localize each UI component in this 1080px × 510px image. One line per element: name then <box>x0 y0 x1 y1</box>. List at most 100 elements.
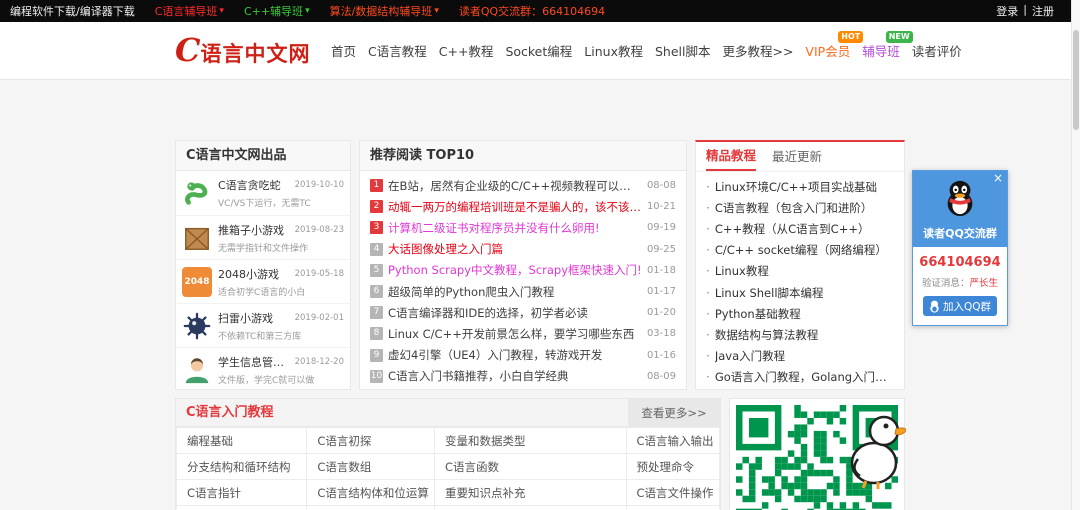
table-row: C语言调试（Debug） C语言内存精讲 C语言多文件编程（头文件的使用） <box>177 506 720 510</box>
tutorial-link[interactable]: · Go语言入门教程，Golang入门教程 <box>706 367 894 388</box>
top10-article[interactable]: 1 在B站，居然有企业级的C/C++视频教程可以白嫖。 08-08 <box>370 175 676 196</box>
product-date: 2019-08-23 <box>295 225 344 235</box>
qq-penguin-icon <box>943 179 977 217</box>
top10-panel: 推荐阅读 TOP10 1 在B站，居然有企业级的C/C++视频教程可以白嫖。 0… <box>359 140 687 390</box>
tutorial-link[interactable]: · C/C++ socket编程（网络编程） <box>706 240 894 261</box>
top10-article[interactable]: 10 C语言入门书籍推荐，小白自学经典 08-09 <box>370 366 676 387</box>
topbar-link-algo-class[interactable]: 算法/数据结构辅导班 ▾ <box>330 3 439 19</box>
nav-fudaoban[interactable]: 辅导班 NEW <box>862 41 900 60</box>
product-minesweeper-game[interactable]: 扫雷小游戏 2019-02-01 不依赖TC和第三方库 <box>176 303 350 347</box>
course-link[interactable]: C语言输入输出 <box>626 428 719 454</box>
course-link[interactable]: C语言多文件编程（头文件的使用） <box>435 506 627 510</box>
tutorial-link[interactable]: · Linux环境C/C++项目实战基础 <box>706 176 894 197</box>
tutorial-label: 数据结构与算法教程 <box>715 327 819 343</box>
top10-article[interactable]: 6 超级简单的Python爬虫入门教程 01-17 <box>370 281 676 302</box>
main-nav: 首页 C语言教程 C++教程 Socket编程 Linux教程 Shell脚本 … <box>331 41 962 60</box>
course-link[interactable]: 变量和数据类型 <box>435 428 627 454</box>
nav-shell[interactable]: Shell脚本 <box>655 41 711 60</box>
course-link[interactable]: 重要知识点补充 <box>435 480 627 506</box>
product-snake-game[interactable]: C语言贪吃蛇 2019-10-10 VC/VS下运行，无需TC <box>176 171 350 215</box>
login-link[interactable]: 登录 <box>996 3 1018 19</box>
view-more-button[interactable]: 查看更多>> <box>628 399 720 426</box>
topbar-link-c-class[interactable]: C语言辅导班 ▾ <box>155 3 224 19</box>
course-link[interactable]: 分支结构和循环结构 <box>177 454 307 480</box>
tutorial-link[interactable]: · Linux教程 <box>706 261 894 282</box>
product-subtitle: 适合初学C语言的小白 <box>218 285 344 298</box>
nav-vip[interactable]: VIP会员 HOT <box>805 41 850 60</box>
nav-linux[interactable]: Linux教程 <box>584 41 643 60</box>
product-date: 2019-02-01 <box>295 313 344 323</box>
top10-article[interactable]: 4 大话图像处理之入门篇 09-25 <box>370 239 676 260</box>
close-icon[interactable]: × <box>993 171 1003 185</box>
article-title: 计算机二级证书对程序员并没有什么卵用! <box>388 220 642 236</box>
table-row: 编程基础 C语言初探 变量和数据类型 C语言输入输出 <box>177 428 720 454</box>
tutorial-label: Python基础教程 <box>715 306 801 322</box>
tab-featured-tutorials[interactable]: 精品教程 <box>706 142 756 171</box>
course-link[interactable] <box>626 506 719 510</box>
top10-article[interactable]: 8 Linux C/C++开发前景怎么样，要学习哪些东西 03-18 <box>370 323 676 344</box>
tutorial-label: Linux教程 <box>715 263 769 279</box>
tutorial-label: Go语言入门教程，Golang入门教程 <box>715 369 894 385</box>
tutorial-label: C/C++ socket编程（网络编程） <box>715 242 887 258</box>
top10-article[interactable]: 7 C语言编译器和IDE的选择，初学者必读 01-20 <box>370 302 676 323</box>
topbar-link-qq-group[interactable]: 读者QQ交流群：664104694 <box>459 3 605 19</box>
tutorial-link[interactable]: · 数据结构与算法教程 <box>706 324 894 345</box>
nav-c-tutorial[interactable]: C语言教程 <box>368 41 427 60</box>
course-link[interactable]: C语言指针 <box>177 480 307 506</box>
topbar-link-label: C语言辅导班 <box>155 3 218 19</box>
topbar: 编程软件下载/编译器下载 C语言辅导班 ▾ C++辅导班 ▾ 算法/数据结构辅导… <box>0 0 1080 22</box>
scrollbar-track[interactable] <box>1071 0 1080 510</box>
top10-article[interactable]: 9 虚幻4引擎（UE4）入门教程，转游戏开发 01-16 <box>370 345 676 366</box>
topbar-link-downloads[interactable]: 编程软件下载/编译器下载 <box>10 3 135 19</box>
article-title: 在B站，居然有企业级的C/C++视频教程可以白嫖。 <box>388 178 642 194</box>
nav-fudaoban-label: 辅导班 <box>862 44 900 59</box>
course-link[interactable]: C语言调试（Debug） <box>177 506 307 510</box>
article-date: 09-19 <box>647 222 676 233</box>
scrollbar-thumb[interactable] <box>1073 30 1079 130</box>
nav-socket[interactable]: Socket编程 <box>505 41 572 60</box>
tutorial-link[interactable]: · C++教程（从C语言到C++） <box>706 218 894 239</box>
dropdown-arrow-icon: ▾ <box>219 6 224 16</box>
course-link[interactable]: C语言函数 <box>435 454 627 480</box>
nav-home[interactable]: 首页 <box>331 41 356 60</box>
article-title: 虚幻4引擎（UE4）入门教程，转游戏开发 <box>388 347 642 363</box>
register-link[interactable]: 注册 <box>1032 3 1054 19</box>
nav-reviews[interactable]: 读者评价 <box>912 41 962 60</box>
crate-icon <box>182 223 212 253</box>
qq-widget-title: 读者QQ交流群 <box>913 225 1007 241</box>
course-link[interactable]: C语言结构体和位运算 <box>307 480 435 506</box>
product-2048-game[interactable]: 2048 2048小游戏 2019-05-18 适合初学C语言的小白 <box>176 259 350 303</box>
course-link[interactable]: 编程基础 <box>177 428 307 454</box>
product-sokoban-game[interactable]: 推箱子小游戏 2019-08-23 无需学指针和文件操作 <box>176 215 350 259</box>
product-student-system[interactable]: 学生信息管理系统 2018-12-20 文件版，学完C就可以做 <box>176 347 350 390</box>
nav-more[interactable]: 更多教程>> <box>722 41 793 60</box>
course-link[interactable]: C语言文件操作 <box>626 480 719 506</box>
tutorial-link[interactable]: · Java入门教程 <box>706 346 894 367</box>
course-link[interactable]: C语言数组 <box>307 454 435 480</box>
tab-recent-updates[interactable]: 最近更新 <box>772 142 822 171</box>
nav-cpp-tutorial[interactable]: C++教程 <box>439 41 494 60</box>
tutorial-link[interactable]: · Python基础教程 <box>706 303 894 324</box>
topbar-link-cpp-class[interactable]: C++辅导班 ▾ <box>244 3 310 19</box>
course-link[interactable]: C语言初探 <box>307 428 435 454</box>
topbar-link-label: 算法/数据结构辅导班 <box>330 3 433 19</box>
course-link[interactable]: 预处理命令 <box>626 454 719 480</box>
site-header: C 语言中文网 首页 C语言教程 C++教程 Socket编程 Linux教程 … <box>0 22 1080 80</box>
top10-article[interactable]: 5 Python Scrapy中文教程，Scrapy框架快速入门! 01-18 <box>370 260 676 281</box>
dropdown-arrow-icon: ▾ <box>305 6 310 16</box>
rank-badge: 3 <box>370 221 383 234</box>
tutorial-link[interactable]: · C语言教程（包含入门和进阶） <box>706 197 894 218</box>
tutorials-panel: 精品教程 最近更新 · Linux环境C/C++项目实战基础 · C语言教程（包… <box>695 140 905 390</box>
tutorial-link[interactable]: · Linux Shell脚本编程 <box>706 282 894 303</box>
article-date: 01-20 <box>647 307 676 318</box>
join-qq-group-button[interactable]: 加入QQ群 <box>923 296 997 316</box>
logo-c-glyph: C <box>175 34 200 66</box>
course-link[interactable]: C语言内存精讲 <box>307 506 435 510</box>
top10-article[interactable]: 3 计算机二级证书对程序员并没有什么卵用! 09-19 <box>370 217 676 238</box>
rank-badge: 2 <box>370 200 383 213</box>
site-logo[interactable]: C 语言中文网 <box>175 34 315 68</box>
top10-article[interactable]: 2 动辄一两万的编程培训班是不是骗人的，该不该参加? 10-21 <box>370 196 676 217</box>
auth-separator: | <box>1023 3 1027 19</box>
article-date: 08-09 <box>647 371 676 382</box>
topbar-link-label: C++辅导班 <box>244 3 303 19</box>
